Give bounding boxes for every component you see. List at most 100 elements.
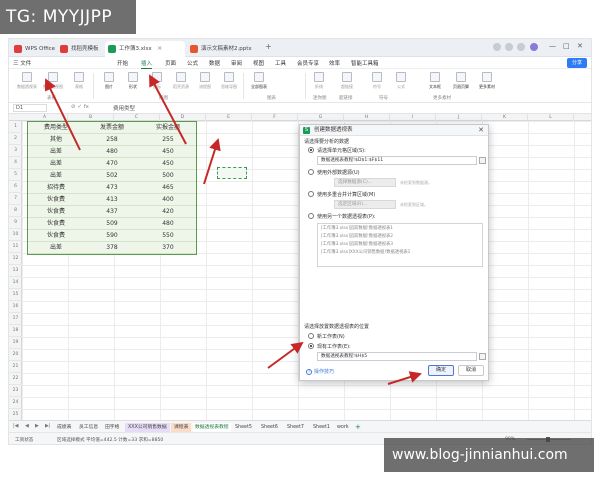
shape-button[interactable]: 形状 xyxy=(121,72,145,94)
tab-pptx[interactable]: 演示文稿素材2.pptx xyxy=(187,41,252,57)
radio-external-source[interactable] xyxy=(308,169,314,175)
pivot-table-button[interactable]: 数据透视表 xyxy=(15,72,39,94)
pivot-source-list[interactable]: [工作簿3.xlsx]追踪数据!数据透视表1 [工作簿3.xlsx]追踪数据!数… xyxy=(317,223,483,267)
table-cell[interactable]: 400 xyxy=(140,194,196,205)
table-cell[interactable]: 500 xyxy=(140,170,196,181)
table-cell[interactable]: 招待费 xyxy=(28,182,84,193)
column-header[interactable]: M xyxy=(574,114,591,121)
table-cell[interactable]: 590 xyxy=(84,230,140,241)
table-cell[interactable]: 450 xyxy=(140,146,196,157)
column-header[interactable]: L xyxy=(528,114,574,121)
tab-wps-office[interactable]: WPS Office xyxy=(11,41,55,57)
table-button[interactable]: 表格 xyxy=(67,72,91,94)
table-cell[interactable]: 出差 xyxy=(28,158,84,169)
menu-member[interactable]: 会员专享 xyxy=(297,59,319,67)
row-header[interactable]: 15 xyxy=(9,289,22,301)
row-header[interactable]: 18 xyxy=(9,325,22,337)
close-tab-icon[interactable]: ✕ xyxy=(157,46,162,52)
table-cell[interactable]: 255 xyxy=(140,134,196,145)
next-sheet-icon[interactable]: ▶ xyxy=(35,423,39,429)
operation-tips-link[interactable]: ? 操作技巧 xyxy=(306,368,334,375)
menu-file[interactable]: 三 文件 xyxy=(13,59,31,67)
equation-button[interactable]: 公式 xyxy=(389,72,413,94)
location-picker-icon[interactable] xyxy=(479,353,486,360)
choose-data-source-button[interactable]: 选择数据源(C)... xyxy=(334,178,396,187)
picture-button[interactable]: 图片 xyxy=(97,72,121,94)
table-cell[interactable]: 470 xyxy=(84,158,140,169)
table-cell[interactable]: 378 xyxy=(84,242,140,253)
row-header[interactable]: 20 xyxy=(9,349,22,361)
selected-target-cell[interactable] xyxy=(217,167,247,179)
table-cell[interactable]: 413 xyxy=(84,194,140,205)
row-header[interactable]: 7 xyxy=(9,193,22,205)
sparkline-line-button[interactable]: 折线 xyxy=(307,72,331,94)
header-footer-button[interactable]: 页眉页脚 xyxy=(449,72,473,94)
tab-workbook[interactable]: 工作簿3.xlsx ✕ xyxy=(105,41,185,57)
table-cell[interactable]: 480 xyxy=(84,146,140,157)
row-header[interactable]: 6 xyxy=(9,181,22,193)
table-cell[interactable]: 509 xyxy=(84,218,140,229)
row-header[interactable]: 13 xyxy=(9,265,22,277)
table-cell[interactable]: 出差 xyxy=(28,146,84,157)
table-cell[interactable]: 258 xyxy=(84,134,140,145)
all-charts-button[interactable]: 全部图表 xyxy=(247,72,271,94)
cancel-button[interactable]: 取消 xyxy=(458,365,484,376)
row-header[interactable]: 12 xyxy=(9,253,22,265)
icon-button[interactable]: 图标 xyxy=(145,72,169,94)
list-item[interactable]: [工作簿3.xlsx]XXX公司销售数据!数据透视表1 xyxy=(321,249,479,257)
row-header[interactable]: 11 xyxy=(9,241,22,253)
menu-view[interactable]: 视图 xyxy=(253,59,264,67)
row-header[interactable]: 1 xyxy=(9,121,22,133)
list-item[interactable]: [工作簿3.xlsx]追踪数据!数据透视表1 xyxy=(321,225,479,233)
sheet-tab[interactable]: 田字格 xyxy=(105,423,119,432)
menu-home[interactable]: 开始 xyxy=(117,59,128,67)
symbol-button[interactable]: 符号 xyxy=(365,72,389,94)
column-header[interactable]: G xyxy=(298,114,344,121)
table-cell[interactable]: 伙食费 xyxy=(28,206,84,217)
table-cell[interactable]: 502 xyxy=(84,170,140,181)
menu-page[interactable]: 页面 xyxy=(165,59,176,67)
minimize-button[interactable]: — xyxy=(549,42,556,50)
row-header[interactable]: 10 xyxy=(9,229,22,241)
sheet-tab[interactable]: Sheet7 xyxy=(287,423,304,432)
name-box[interactable]: D1 xyxy=(13,104,47,112)
radio-select-range[interactable] xyxy=(308,147,314,153)
table-cell[interactable]: 出差 xyxy=(28,170,84,181)
table-cell[interactable]: 550 xyxy=(140,230,196,241)
column-header[interactable]: A xyxy=(22,114,68,121)
menu-smart-tools[interactable]: 智能工具箱 xyxy=(351,59,379,67)
message-icon[interactable] xyxy=(517,43,525,51)
sheet-tab[interactable]: XXX公司销售数据 xyxy=(125,423,170,432)
menu-formula[interactable]: 公式 xyxy=(187,59,198,67)
column-header[interactable]: I xyxy=(390,114,436,121)
row-header[interactable]: 9 xyxy=(9,217,22,229)
range-picker-icon[interactable] xyxy=(479,157,486,164)
close-icon[interactable]: ✕ xyxy=(478,125,484,136)
column-header[interactable]: F xyxy=(252,114,298,121)
menu-data[interactable]: 数据 xyxy=(209,59,220,67)
maximize-button[interactable]: □ xyxy=(563,42,570,50)
choose-area-button[interactable]: 选定区域(R)... xyxy=(334,200,396,209)
menu-review[interactable]: 审阅 xyxy=(231,59,242,67)
row-header[interactable]: 4 xyxy=(9,157,22,169)
location-input[interactable]: 数据透视表教程!$H$5 xyxy=(317,352,477,361)
share-button[interactable]: 分享 xyxy=(567,58,587,68)
ok-button[interactable]: 确定 xyxy=(428,365,454,376)
radio-existing-sheet[interactable] xyxy=(308,343,314,349)
header-cell[interactable]: 发票金额 xyxy=(84,122,140,133)
radio-new-sheet[interactable] xyxy=(308,333,314,339)
table-cell[interactable]: 420 xyxy=(140,206,196,217)
table-cell[interactable]: 465 xyxy=(140,182,196,193)
sheet-tab[interactable]: Sheet6 xyxy=(261,423,278,432)
mindmap-button[interactable]: 思维导图 xyxy=(217,72,241,94)
data-table[interactable]: 费用类型 发票金额 实报金额 其他 258 255 出差 480 450 出差 470 450 出… xyxy=(27,121,197,255)
row-header[interactable]: 5 xyxy=(9,169,22,181)
textbox-button[interactable]: 文本框 xyxy=(423,72,447,94)
header-cell[interactable]: 费用类型 xyxy=(28,122,84,133)
row-header[interactable]: 23 xyxy=(9,385,22,397)
table-cell[interactable]: 480 xyxy=(140,218,196,229)
table-cell[interactable]: 出差 xyxy=(28,242,84,253)
table-cell[interactable]: 其他 xyxy=(28,134,84,145)
row-header[interactable]: 17 xyxy=(9,313,22,325)
column-header[interactable]: D xyxy=(160,114,206,121)
